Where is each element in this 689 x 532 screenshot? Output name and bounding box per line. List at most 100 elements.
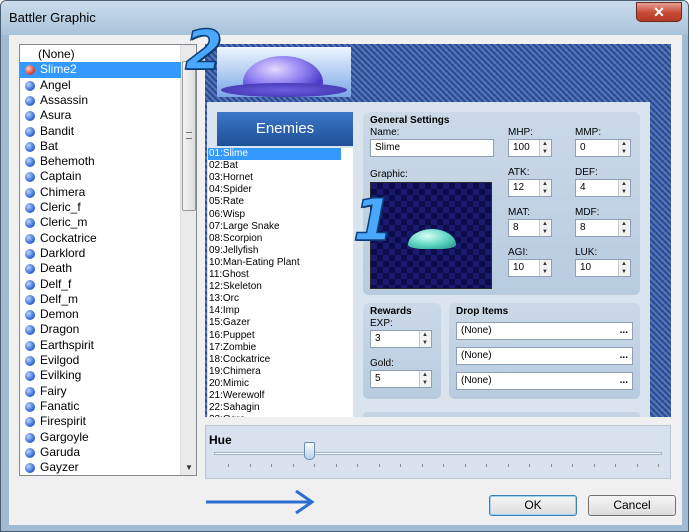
enemy-list-item: 20:Mimic [209, 377, 250, 389]
battler-list-item[interactable]: Delf_m [20, 292, 181, 307]
battler-file-icon [25, 432, 35, 443]
battler-list-item[interactable]: Garuda [20, 445, 181, 460]
enemy-list-item: 14:Imp [209, 305, 240, 317]
mhp-value: 100 [513, 142, 530, 153]
hue-tick-mark [357, 464, 358, 467]
battler-file-icon [25, 264, 35, 275]
battler-list-item-label: Delf_f [40, 276, 72, 291]
enemy-list-item: 16:Puppet [209, 329, 255, 341]
hue-tick-mark [658, 464, 659, 467]
battler-list-item[interactable]: Angel [20, 78, 181, 93]
battler-list-item[interactable]: Dragon [20, 322, 181, 337]
mdf-field: 8 ▲ ▼ [575, 219, 631, 237]
def-label: DEF: [575, 167, 598, 178]
battler-list-item[interactable]: Cleric_f [20, 200, 181, 215]
battler-list-item-label: Bat [40, 138, 59, 153]
battler-list-item[interactable]: Gayzer [20, 460, 181, 475]
ellipsis-icon: ... [619, 350, 628, 361]
battler-list-item-label: Firespirit [40, 414, 87, 429]
battler-file-icon [25, 126, 35, 137]
hue-tick-mark [507, 464, 509, 467]
graphic-label: Graphic: [370, 169, 408, 180]
battler-file-icon [25, 279, 35, 290]
slime-puddle-icon [221, 83, 347, 97]
battler-file-list[interactable]: ▼ (None) Slime2 Angel Assassin Asura Bandit Ba… [19, 44, 197, 476]
battler-file-icon [25, 172, 35, 183]
exp-value: 3 [375, 333, 381, 344]
battler-list-item[interactable]: Cockatrice [20, 231, 181, 246]
battler-list-item-label: Earthspirit [40, 337, 95, 352]
battler-list-item[interactable]: Darklord [20, 246, 181, 261]
battler-list-item-label: Fanatic [40, 398, 80, 413]
def-spin-arrows-icon: ▲ ▼ [618, 180, 630, 196]
drop-items-group: Drop Items (None)... (None)... (None)... [449, 303, 640, 399]
hue-slider-track[interactable] [214, 452, 662, 455]
battler-list-item[interactable]: Captain [20, 169, 181, 184]
battler-list-item[interactable]: Evilking [20, 368, 181, 383]
cancel-button[interactable]: Cancel [588, 495, 676, 516]
ok-button[interactable]: OK [489, 495, 577, 516]
battler-list-item[interactable]: Asura [20, 108, 181, 123]
battler-list-item[interactable]: Firespirit [20, 414, 181, 429]
battler-list-item[interactable]: Fanatic [20, 399, 181, 414]
enemy-list-item: 12:Skeleton [209, 281, 262, 293]
scrollbar-thumb[interactable] [182, 61, 196, 211]
battler-list-item[interactable]: Behemoth [20, 154, 181, 169]
battler-file-icon [25, 463, 35, 474]
gold-label: Gold: [370, 358, 394, 369]
window-title: Battler Graphic [9, 10, 96, 25]
battler-list-item[interactable]: Assassin [20, 93, 181, 108]
hue-tick-mark [486, 464, 487, 467]
battler-list-item[interactable]: Gargoyle [20, 430, 181, 445]
enemy-list-item: 21:Werewolf [209, 390, 265, 401]
hue-tick-mark [636, 464, 638, 467]
scroll-down-arrow-icon[interactable]: ▼ [185, 463, 193, 472]
mmp-label: MMP: [575, 127, 602, 138]
mdf-value: 8 [580, 222, 586, 233]
mhp-label: MHP: [508, 127, 533, 138]
def-value: 4 [580, 182, 586, 193]
battler-list-item[interactable]: Cleric_m [20, 215, 181, 230]
hue-tick-mark [292, 464, 294, 467]
drop-item-3: (None)... [456, 372, 633, 390]
hue-slider-thumb[interactable] [303, 442, 315, 460]
battler-list-item-label: Gayzer [40, 460, 79, 475]
hue-tick-mark [464, 464, 466, 467]
hue-tick-mark [572, 464, 573, 467]
battler-file-icon [25, 233, 35, 244]
enemy-list-item: 08:Scorpion [209, 232, 263, 244]
battler-list-item-label: Death [40, 261, 73, 276]
battler-file-icon [25, 248, 35, 259]
gold-spin-arrows-icon: ▲ ▼ [419, 371, 431, 387]
title-bar: Battler Graphic ✕ [1, 1, 688, 35]
battler-list-item[interactable]: Death [20, 261, 181, 276]
list-scrollbar[interactable]: ▼ [180, 45, 196, 475]
battler-list-item[interactable]: Demon [20, 307, 181, 322]
def-field: 4 ▲ ▼ [575, 179, 631, 197]
agi-label: AGI: [508, 247, 529, 258]
battler-list-item[interactable]: Slime2 [20, 62, 181, 78]
battler-list-item-label: Dragon [40, 322, 80, 337]
mdf-label: MDF: [575, 207, 600, 218]
drop-items-title: Drop Items [456, 306, 509, 317]
battler-list-item[interactable]: Chimera [20, 185, 181, 200]
battler-list-item-label: Asura [40, 108, 72, 123]
battler-list-item[interactable]: Delf_f [20, 277, 181, 292]
battler-list-item[interactable]: Evilgod [20, 353, 181, 368]
battler-list-item[interactable]: Bandit [20, 124, 181, 139]
battler-list-item-label: Evilgod [40, 353, 80, 367]
enemy-list-item: 05:Rate [209, 196, 245, 208]
mat-label: MAT: [508, 207, 531, 218]
luk-value: 10 [580, 262, 592, 273]
ellipsis-icon: ... [619, 375, 628, 386]
atk-label: ATK: [508, 167, 530, 178]
battler-list-item[interactable]: Fairy [20, 384, 181, 399]
battler-list-item[interactable]: Bat [20, 139, 181, 154]
battler-list-item[interactable]: (None) [20, 47, 181, 62]
atk-value: 12 [513, 182, 525, 193]
agi-value: 10 [513, 262, 525, 273]
close-button[interactable]: ✕ [636, 2, 682, 22]
hue-tick-mark [615, 464, 616, 467]
battler-list-item[interactable]: Earthspirit [20, 338, 181, 353]
battler-list-item-label: Angel [40, 77, 71, 92]
